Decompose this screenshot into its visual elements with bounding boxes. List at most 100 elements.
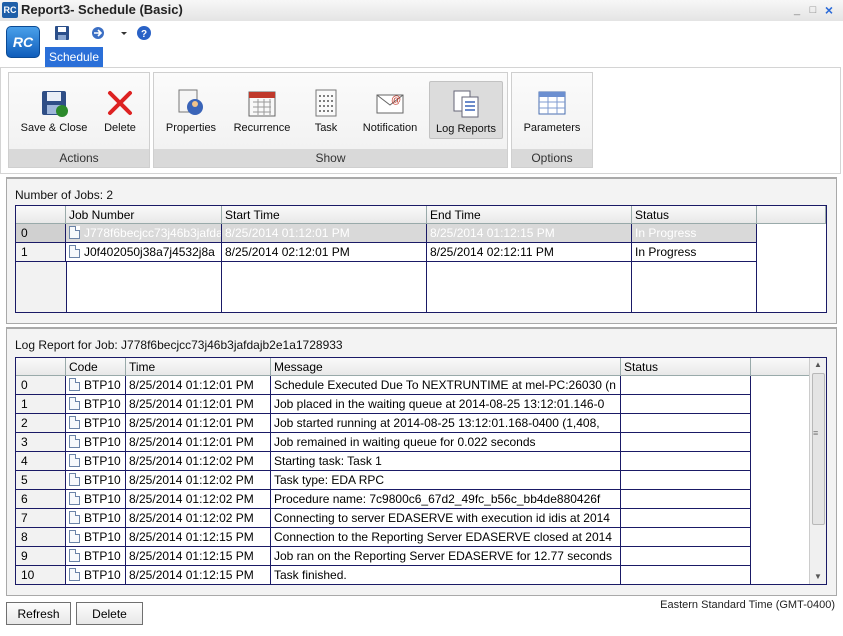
code-cell: BTP10 bbox=[66, 547, 126, 566]
grid-line bbox=[426, 262, 427, 312]
row-index: 0 bbox=[16, 224, 66, 243]
status-cell bbox=[621, 528, 751, 547]
table-row[interactable]: 2 BTP10 8/25/2014 01:12:01 PM Job started r… bbox=[16, 414, 826, 433]
help-icon[interactable]: ? bbox=[136, 25, 152, 41]
table-row[interactable]: 4 BTP10 8/25/2014 01:12:02 PM Starting task… bbox=[16, 452, 826, 471]
code-text: BTP10 bbox=[84, 492, 121, 506]
message-cell: Connection to the Reporting Server EDASE… bbox=[271, 528, 621, 547]
properties-icon bbox=[178, 89, 203, 115]
delete-icon bbox=[108, 91, 132, 115]
table-row[interactable]: 10 BTP10 8/25/2014 01:12:15 PM Task finishe… bbox=[16, 566, 826, 584]
table-row[interactable]: 1 J0f402050j38a7j4532j8a 8/25/2014 02:12… bbox=[16, 243, 826, 262]
log-header-time[interactable]: Time bbox=[126, 358, 271, 376]
table-row[interactable]: 7 BTP10 8/25/2014 01:12:02 PM Connecting to… bbox=[16, 509, 826, 528]
minimize-button[interactable]: _ bbox=[790, 3, 804, 17]
maximize-button[interactable]: □ bbox=[806, 3, 820, 17]
notification-label: Notification bbox=[362, 122, 418, 134]
jobs-header-end-time[interactable]: End Time bbox=[427, 206, 632, 224]
log-header-message[interactable]: Message bbox=[271, 358, 621, 376]
code-cell: BTP10 bbox=[66, 414, 126, 433]
status-cell bbox=[621, 471, 751, 490]
status-cell bbox=[621, 414, 751, 433]
log-header-status[interactable]: Status bbox=[621, 358, 751, 376]
status-cell bbox=[621, 452, 751, 471]
code-text: BTP10 bbox=[84, 378, 121, 392]
row-index: 4 bbox=[16, 452, 66, 471]
message-cell: Schedule Executed Due To NEXTRUNTIME at … bbox=[271, 376, 621, 395]
code-cell: BTP10 bbox=[66, 528, 126, 547]
code-text: BTP10 bbox=[84, 416, 121, 430]
start-time-cell: 8/25/2014 01:12:01 PM bbox=[222, 224, 427, 243]
log-header-code[interactable]: Code bbox=[66, 358, 126, 376]
time-cell: 8/25/2014 01:12:01 PM bbox=[126, 395, 271, 414]
code-text: BTP10 bbox=[84, 435, 121, 449]
scroll-thumb[interactable] bbox=[812, 373, 825, 525]
table-row[interactable]: 0 BTP10 8/25/2014 01:12:01 PM Schedule Exec… bbox=[16, 376, 826, 395]
message-cell: Starting task: Task 1 bbox=[271, 452, 621, 471]
grid-line bbox=[756, 262, 757, 312]
properties-button[interactable]: Properties bbox=[160, 81, 222, 137]
message-cell: Connecting to server EDASERVE with execu… bbox=[271, 509, 621, 528]
row-index: 8 bbox=[16, 528, 66, 547]
status-cell bbox=[621, 547, 751, 566]
empty-index-column bbox=[16, 262, 67, 312]
window-title: Report3- Schedule (Basic) bbox=[21, 2, 183, 17]
scroll-up-icon[interactable]: ▲ bbox=[810, 358, 826, 372]
log-scrollbar[interactable]: ▲ ≡ ▼ bbox=[809, 358, 826, 584]
refresh-button[interactable]: Refresh bbox=[6, 602, 71, 625]
scroll-down-icon[interactable]: ▼ bbox=[810, 570, 826, 584]
save-close-icon bbox=[42, 91, 68, 117]
code-cell: BTP10 bbox=[66, 376, 126, 395]
time-cell: 8/25/2014 01:12:02 PM bbox=[126, 509, 271, 528]
code-cell: BTP10 bbox=[66, 452, 126, 471]
notification-button[interactable]: @ Notification bbox=[358, 81, 422, 137]
table-row[interactable]: 9 BTP10 8/25/2014 01:12:15 PM Job ran on th… bbox=[16, 547, 826, 566]
time-cell: 8/25/2014 01:12:01 PM bbox=[126, 433, 271, 452]
table-row[interactable]: 1 BTP10 8/25/2014 01:12:01 PM Job placed in… bbox=[16, 395, 826, 414]
jobs-grid: Job Number Start Time End Time Status 0 … bbox=[15, 205, 827, 313]
job-number: J0f402050j38a7j4532j8a bbox=[84, 245, 215, 259]
options-group: Parameters Options bbox=[511, 72, 593, 168]
table-row[interactable]: 0 J778f6becjcc73j46b3jafdajb2e1a1728933 … bbox=[16, 224, 826, 243]
jobs-panel: Number of Jobs: 2 Job Number Start Time … bbox=[6, 177, 837, 324]
status-cell: In Progress bbox=[632, 224, 757, 243]
document-icon bbox=[69, 568, 80, 581]
jobs-header-start-time[interactable]: Start Time bbox=[222, 206, 427, 224]
run-icon[interactable] bbox=[90, 25, 106, 41]
row-index: 10 bbox=[16, 566, 66, 584]
log-reports-button[interactable]: Log Reports bbox=[429, 81, 503, 139]
chevron-down-icon[interactable] bbox=[116, 25, 132, 41]
status-cell bbox=[621, 433, 751, 452]
app-logo[interactable]: RC bbox=[6, 26, 40, 58]
save-close-label: Save & Close bbox=[20, 122, 88, 134]
delete-schedule-button[interactable]: Delete bbox=[97, 81, 143, 137]
close-button[interactable]: × bbox=[822, 3, 836, 17]
code-cell: BTP10 bbox=[66, 471, 126, 490]
document-icon bbox=[69, 454, 80, 467]
log-panel: Log Report for Job: J778f6becjcc73j46b3j… bbox=[6, 327, 837, 596]
grid-line bbox=[631, 262, 632, 312]
row-index: 0 bbox=[16, 376, 66, 395]
save-close-button[interactable]: Save & Close bbox=[15, 81, 93, 137]
actions-group: Save & Close Delete Actions bbox=[8, 72, 150, 168]
code-text: BTP10 bbox=[84, 454, 121, 468]
time-cell: 8/25/2014 01:12:15 PM bbox=[126, 528, 271, 547]
table-row[interactable]: 5 BTP10 8/25/2014 01:12:02 PM Task type: ED… bbox=[16, 471, 826, 490]
save-icon[interactable] bbox=[54, 25, 70, 41]
tab-schedule[interactable]: Schedule bbox=[45, 47, 103, 67]
code-text: BTP10 bbox=[84, 549, 121, 563]
task-button[interactable]: Task bbox=[306, 81, 346, 137]
jobs-header-status[interactable]: Status bbox=[632, 206, 757, 224]
document-icon bbox=[69, 416, 80, 429]
jobs-header-job-number[interactable]: Job Number bbox=[66, 206, 222, 224]
document-icon bbox=[69, 245, 80, 258]
message-cell: Task finished. bbox=[271, 566, 621, 584]
table-row[interactable]: 6 BTP10 8/25/2014 01:12:02 PM Procedure nam… bbox=[16, 490, 826, 509]
parameters-button[interactable]: Parameters bbox=[518, 81, 586, 137]
table-row[interactable]: 8 BTP10 8/25/2014 01:12:15 PM Connection to… bbox=[16, 528, 826, 547]
parameters-label: Parameters bbox=[523, 122, 581, 134]
delete-button[interactable]: Delete bbox=[76, 602, 143, 625]
row-index: 6 bbox=[16, 490, 66, 509]
table-row[interactable]: 3 BTP10 8/25/2014 01:12:01 PM Job remained … bbox=[16, 433, 826, 452]
recurrence-button[interactable]: Recurrence bbox=[230, 81, 294, 137]
